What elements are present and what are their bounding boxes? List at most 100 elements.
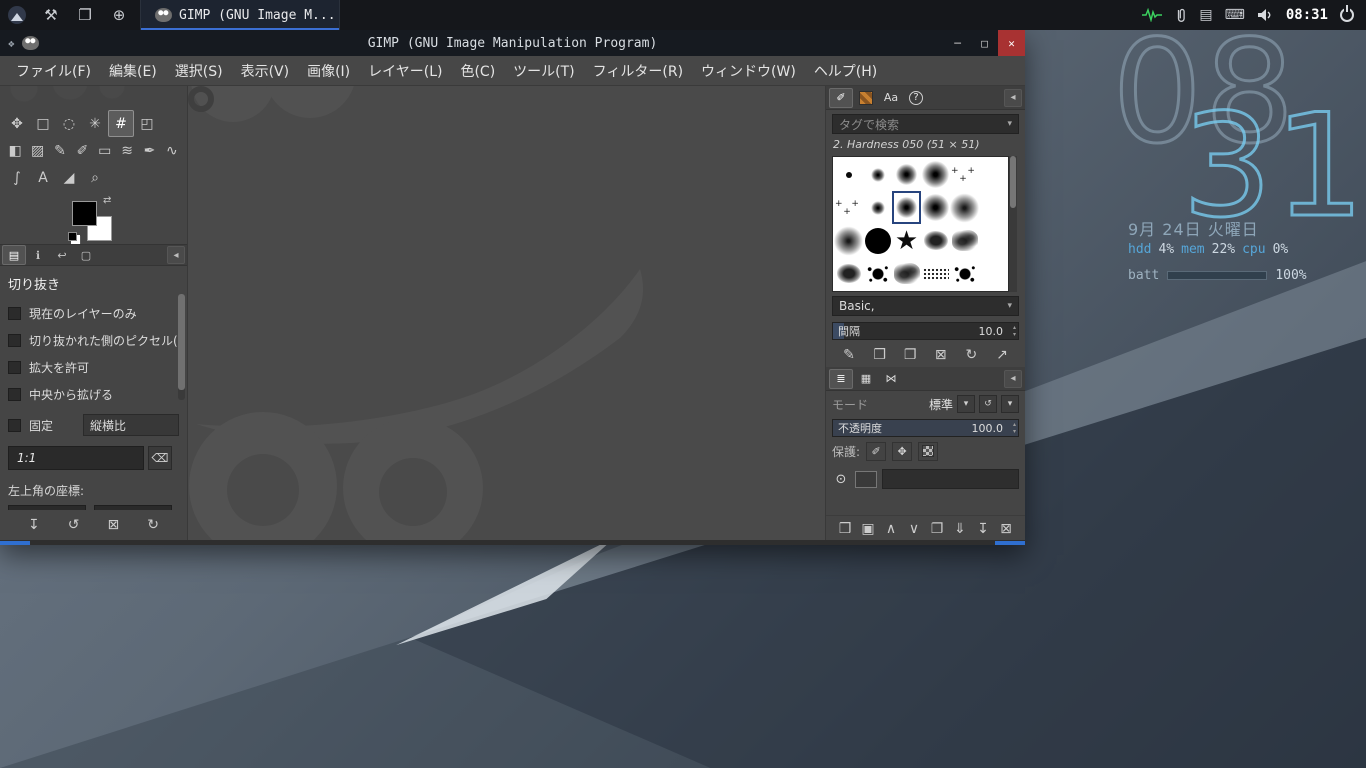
menu-item-6[interactable]: 色(C) [452, 57, 503, 85]
scrollbar-thumb[interactable] [178, 294, 185, 390]
crop-tool[interactable]: # [108, 110, 134, 137]
brush-thumbnail-soft-s[interactable] [863, 191, 892, 224]
lower-layer-button[interactable]: ∨ [903, 518, 925, 540]
spinner-arrows[interactable]: ▴▾ [1013, 421, 1016, 435]
brush-thumbnail-soft-l[interactable] [921, 158, 950, 191]
brush-thumbnail-plus[interactable]: + + + [834, 191, 863, 224]
pencil-tool[interactable]: ✎ [49, 137, 71, 164]
airbrush-tool[interactable]: ≋ [116, 137, 138, 164]
brush-thumbnail-soft-m[interactable] [892, 158, 921, 191]
tab-brushes[interactable]: ✐ [829, 88, 853, 108]
tab-help[interactable]: ? [904, 88, 928, 108]
bucket-fill-tool[interactable]: ◧ [4, 137, 26, 164]
new-brush-button[interactable]: ❒ [869, 344, 891, 366]
checkbox[interactable] [8, 307, 21, 320]
tab-device-status[interactable]: ℹ [26, 245, 50, 265]
activity-monitor-icon[interactable] [1142, 8, 1162, 22]
crop-option-0[interactable]: 現在のレイヤーのみ [8, 300, 179, 327]
new-layer-group-button[interactable]: ▣ [857, 518, 879, 540]
menu-item-8[interactable]: フィルター(R) [585, 57, 691, 85]
brush-thumbnail-splat[interactable] [950, 257, 979, 290]
tab-paths[interactable]: ⋈ [879, 369, 903, 389]
brush-spacing-slider[interactable]: 間隔 10.0 ▴▾ [832, 322, 1019, 340]
tools-launcher[interactable]: ⚒ [34, 0, 68, 30]
tab-patterns[interactable] [854, 88, 878, 108]
menu-item-1[interactable]: 編集(E) [101, 57, 165, 85]
tab-layers[interactable]: ≣ [829, 369, 853, 389]
position-y-field[interactable]: 0 ▴▾ [94, 505, 172, 510]
mode-switch-button[interactable]: ↺ [979, 395, 997, 413]
swap-colors-icon[interactable]: ⇄ [103, 195, 111, 206]
menu-item-5[interactable]: レイヤー(L) [360, 57, 450, 85]
brush-thumbnail-soft-m[interactable] [892, 191, 921, 224]
brush-thumbnail-star[interactable]: ★ [892, 224, 921, 257]
zoom-tool[interactable]: ⌕ [82, 164, 108, 191]
ink-tool[interactable]: ✒ [138, 137, 160, 164]
brush-tag-search[interactable]: タグで検索 ▾ [832, 114, 1019, 134]
delete-preset-button[interactable]: ⊠ [102, 514, 124, 536]
brush-thumbnail-soft-s[interactable] [863, 158, 892, 191]
close-button[interactable]: ✕ [998, 30, 1025, 56]
tab-images[interactable]: ▢ [74, 245, 98, 265]
rectangle-select-tool[interactable]: □ [30, 110, 56, 137]
refresh-brushes-button[interactable]: ↻ [960, 344, 982, 366]
lock-pixels-button[interactable]: ✐ [866, 442, 886, 461]
delete-layer-button[interactable]: ⊠ [995, 518, 1017, 540]
dock-menu-icon[interactable]: ◂ [167, 246, 185, 264]
menu-item-0[interactable]: ファイル(F) [8, 57, 99, 85]
brush-grid-scrollbar[interactable] [1009, 156, 1017, 292]
volume-icon[interactable] [1257, 8, 1274, 22]
app-menu-button[interactable] [0, 0, 34, 30]
anchor-layer-button[interactable]: ↧ [972, 518, 994, 540]
notes-panel-icon[interactable]: ▤ [1199, 7, 1212, 23]
tab-undo-history[interactable]: ↩ [50, 245, 74, 265]
browser-launcher[interactable]: ⊕ [102, 0, 136, 30]
checkbox[interactable] [8, 388, 21, 401]
power-button-icon[interactable] [1340, 8, 1354, 22]
scrollbar-thumb[interactable] [1010, 156, 1016, 208]
tab-fonts[interactable]: Aa [879, 88, 903, 108]
clipboard-manager-icon[interactable] [1174, 8, 1187, 23]
reset-options-button[interactable]: ↻ [142, 514, 164, 536]
brush-thumbnail-dots[interactable] [921, 290, 950, 292]
save-preset-button[interactable]: ↧ [23, 514, 45, 536]
clear-ratio-icon[interactable]: ⌫ [148, 446, 172, 470]
aspect-ratio-input[interactable]: 1:1 [8, 446, 144, 470]
brush-thumbnail-soft-xl[interactable] [950, 191, 979, 224]
brush-thumbnail-plus[interactable]: + + + [950, 158, 979, 191]
brush-thumbnail-grunge[interactable] [950, 224, 979, 257]
lock-alpha-button[interactable] [918, 442, 938, 461]
move-tool[interactable]: ✥ [4, 110, 30, 137]
brush-thumbnail-dot[interactable] [834, 158, 863, 191]
crop-option-3[interactable]: 中央から拡げる [8, 381, 179, 408]
fixed-aspect-dropdown[interactable]: 縦横比 [83, 414, 179, 436]
free-select-tool[interactable]: ◌ [56, 110, 82, 137]
window-menu-icon[interactable]: ❖ [8, 37, 15, 50]
layer-opacity-slider[interactable]: 不透明度 100.0 ▴▾ [832, 419, 1019, 437]
checkbox[interactable] [8, 361, 21, 374]
brush-tag-filter[interactable]: Basic, ▾ [832, 296, 1019, 316]
brush-thumbnail-dots[interactable] [834, 290, 863, 292]
paintbrush-tool[interactable]: ✐ [71, 137, 93, 164]
brush-thumbnail-chalk[interactable] [834, 257, 863, 290]
open-brush-as-image-button[interactable]: ↗ [991, 344, 1013, 366]
layer-row[interactable]: ⊙ [832, 467, 1019, 491]
dock-menu-icon[interactable]: ◂ [1004, 370, 1022, 388]
tool-options-scrollbar[interactable] [178, 294, 185, 400]
menu-item-10[interactable]: ヘルプ(H) [806, 57, 885, 85]
position-x-field[interactable]: 0 ▴▾ [8, 505, 86, 510]
minimize-button[interactable]: ─ [944, 30, 971, 56]
color-picker-tool[interactable]: ◢ [56, 164, 82, 191]
panel-clock[interactable]: 08:31 [1286, 7, 1328, 23]
maximize-button[interactable]: □ [971, 30, 998, 56]
brush-thumbnail-soft-xl[interactable] [834, 224, 863, 257]
lock-position-button[interactable]: ✥ [892, 442, 912, 461]
brush-thumbnail-soft-l[interactable] [921, 191, 950, 224]
delete-brush-button[interactable]: ⊠ [930, 344, 952, 366]
fixed-option-row[interactable]: 固定 縦横比 [8, 412, 179, 438]
tab-channels[interactable]: ▦ [854, 369, 878, 389]
eraser-tool[interactable]: ▭ [94, 137, 116, 164]
tab-tool-options[interactable]: ▤ [2, 245, 26, 265]
mode-dropdown-button[interactable]: ▾ [957, 395, 975, 413]
transform-tool[interactable]: ◰ [134, 110, 160, 137]
